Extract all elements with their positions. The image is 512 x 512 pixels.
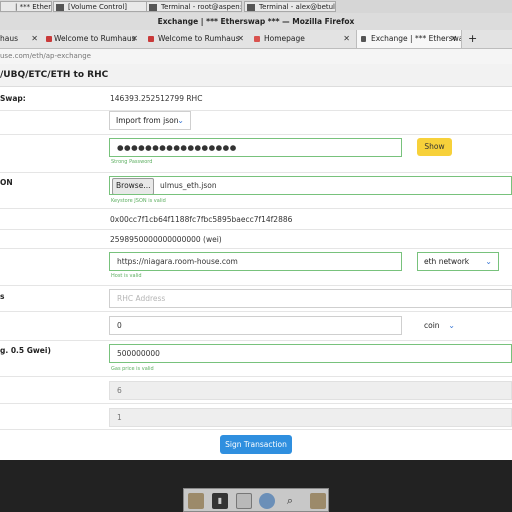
- row-divider: [0, 376, 512, 377]
- rhc-address-label: s: [0, 292, 5, 301]
- terminal-icon: [247, 4, 255, 11]
- tab-rumhaus-1[interactable]: Welcome to Rumhaus ✕: [42, 30, 142, 48]
- site-icon: [46, 36, 52, 42]
- window-title: Exchange | *** Etherswap *** — Mozilla F…: [0, 13, 512, 30]
- unit-value: coin: [424, 321, 440, 330]
- folder-icon[interactable]: [310, 493, 326, 509]
- ethereum-icon: [361, 36, 366, 42]
- row-divider: [0, 172, 512, 173]
- wallet-balance: 2598950000000000000 (wei): [110, 235, 222, 244]
- unit-select[interactable]: coin ⌄: [417, 316, 462, 335]
- taskbar-item-label: [Volume Control]: [68, 3, 128, 11]
- row-divider: [0, 429, 512, 430]
- tab-label: Exchange | *** Etherswa: [371, 34, 462, 43]
- taskbar-item-label: | *** Ethersw...: [15, 3, 52, 11]
- row-divider: [0, 110, 512, 111]
- search-icon[interactable]: ⌕: [282, 493, 298, 509]
- rhc-address-input[interactable]: RHC Address: [109, 289, 512, 308]
- password-input[interactable]: ●●●●●●●●●●●●●●●●●: [109, 138, 402, 157]
- row-divider: [0, 340, 512, 341]
- page-title: /UBQ/ETC/ETH to RHC: [0, 64, 512, 87]
- import-method-value: Import from json: [116, 116, 179, 125]
- folder-icon[interactable]: [188, 493, 204, 509]
- browser-icon[interactable]: [259, 493, 275, 509]
- import-method-select[interactable]: Import from json ⌄: [109, 111, 191, 130]
- nonce-field: 1: [109, 408, 512, 427]
- host-hint: Host is valid: [111, 273, 142, 279]
- row-divider: [0, 311, 512, 312]
- close-icon[interactable]: ✕: [31, 30, 38, 48]
- taskbar-item-terminal-root[interactable]: Terminal - root@aspen:~: [146, 1, 242, 12]
- chevron-down-icon: ⌄: [177, 116, 184, 125]
- browse-button[interactable]: Browse...: [112, 178, 155, 194]
- show-password-button[interactable]: Show: [417, 138, 452, 156]
- files-icon[interactable]: [236, 493, 252, 509]
- tab-haus[interactable]: haus ✕: [0, 30, 42, 48]
- volume-icon: [56, 4, 64, 11]
- terminal-icon[interactable]: ▮: [212, 493, 228, 509]
- row-divider: [0, 134, 512, 135]
- chevron-down-icon: ⌄: [448, 321, 455, 330]
- site-icon: [254, 36, 260, 42]
- tab-bar: haus ✕ Welcome to Rumhaus ✕ Welcome to R…: [0, 30, 512, 49]
- swap-label: Swap:: [0, 94, 26, 103]
- terminal-icon: [149, 4, 157, 11]
- taskbar-item-terminal-alex[interactable]: Terminal - alex@betula...: [244, 1, 336, 12]
- row-divider: [0, 403, 512, 404]
- gas-price-input[interactable]: 500000000: [109, 344, 512, 363]
- site-icon: [148, 36, 154, 42]
- json-hint: Keystore JSON is valid: [111, 198, 166, 204]
- file-name: ulmus_eth.json: [160, 181, 217, 190]
- keystore-file-input[interactable]: Browse... ulmus_eth.json: [109, 176, 512, 195]
- wallet-address: 0x00cc7f1cb64f1188fc7fbc5895baecc7f14f28…: [110, 215, 293, 224]
- tab-exchange[interactable]: Exchange | *** Etherswa ✕: [356, 30, 462, 48]
- close-icon[interactable]: ✕: [343, 30, 350, 48]
- json-label: ON: [0, 178, 13, 187]
- tab-label: Homepage: [264, 34, 305, 43]
- network-value: eth network: [424, 257, 470, 266]
- row-divider: [0, 285, 512, 286]
- tab-label: haus: [0, 34, 19, 43]
- network-select[interactable]: eth network ⌄: [417, 252, 499, 271]
- host-input[interactable]: https://niagara.room-house.com: [109, 252, 402, 271]
- close-icon[interactable]: ✕: [450, 30, 457, 48]
- close-icon[interactable]: ✕: [131, 30, 138, 48]
- gas-price-hint: Gas price is valid: [111, 366, 154, 372]
- address-bar[interactable]: use.com/eth/ap-exchange: [0, 49, 512, 65]
- gas-price-label: g. 0.5 Gwei): [0, 346, 51, 355]
- tab-label: Welcome to Rumhaus: [158, 34, 240, 43]
- taskbar-item-label: Terminal - root@aspen:~: [161, 3, 242, 11]
- row-divider: [0, 208, 512, 209]
- tab-homepage[interactable]: Homepage ✕: [250, 30, 354, 48]
- taskbar-item-etherswap[interactable]: | *** Ethersw...: [0, 1, 52, 12]
- swap-value: 146393.252512799 RHC: [110, 94, 203, 103]
- sign-transaction-button[interactable]: Sign Transaction: [220, 435, 292, 454]
- password-hint: Strong Password: [111, 159, 153, 165]
- gas-limit-field: 6: [109, 381, 512, 400]
- dock: ▮ ⌕: [183, 488, 329, 512]
- row-divider: [0, 248, 512, 249]
- tab-rumhaus-2[interactable]: Welcome to Rumhaus ✕: [144, 30, 248, 48]
- close-icon[interactable]: ✕: [237, 30, 244, 48]
- row-divider: [0, 229, 512, 230]
- taskbar-item-label: Terminal - alex@betula...: [259, 3, 335, 11]
- tab-label: Welcome to Rumhaus: [54, 34, 136, 43]
- new-tab-button[interactable]: +: [466, 30, 480, 48]
- chevron-down-icon: ⌄: [485, 257, 492, 266]
- os-taskbar: | *** Ethersw... [Volume Control] Termin…: [0, 0, 512, 14]
- amount-input[interactable]: 0: [109, 316, 402, 335]
